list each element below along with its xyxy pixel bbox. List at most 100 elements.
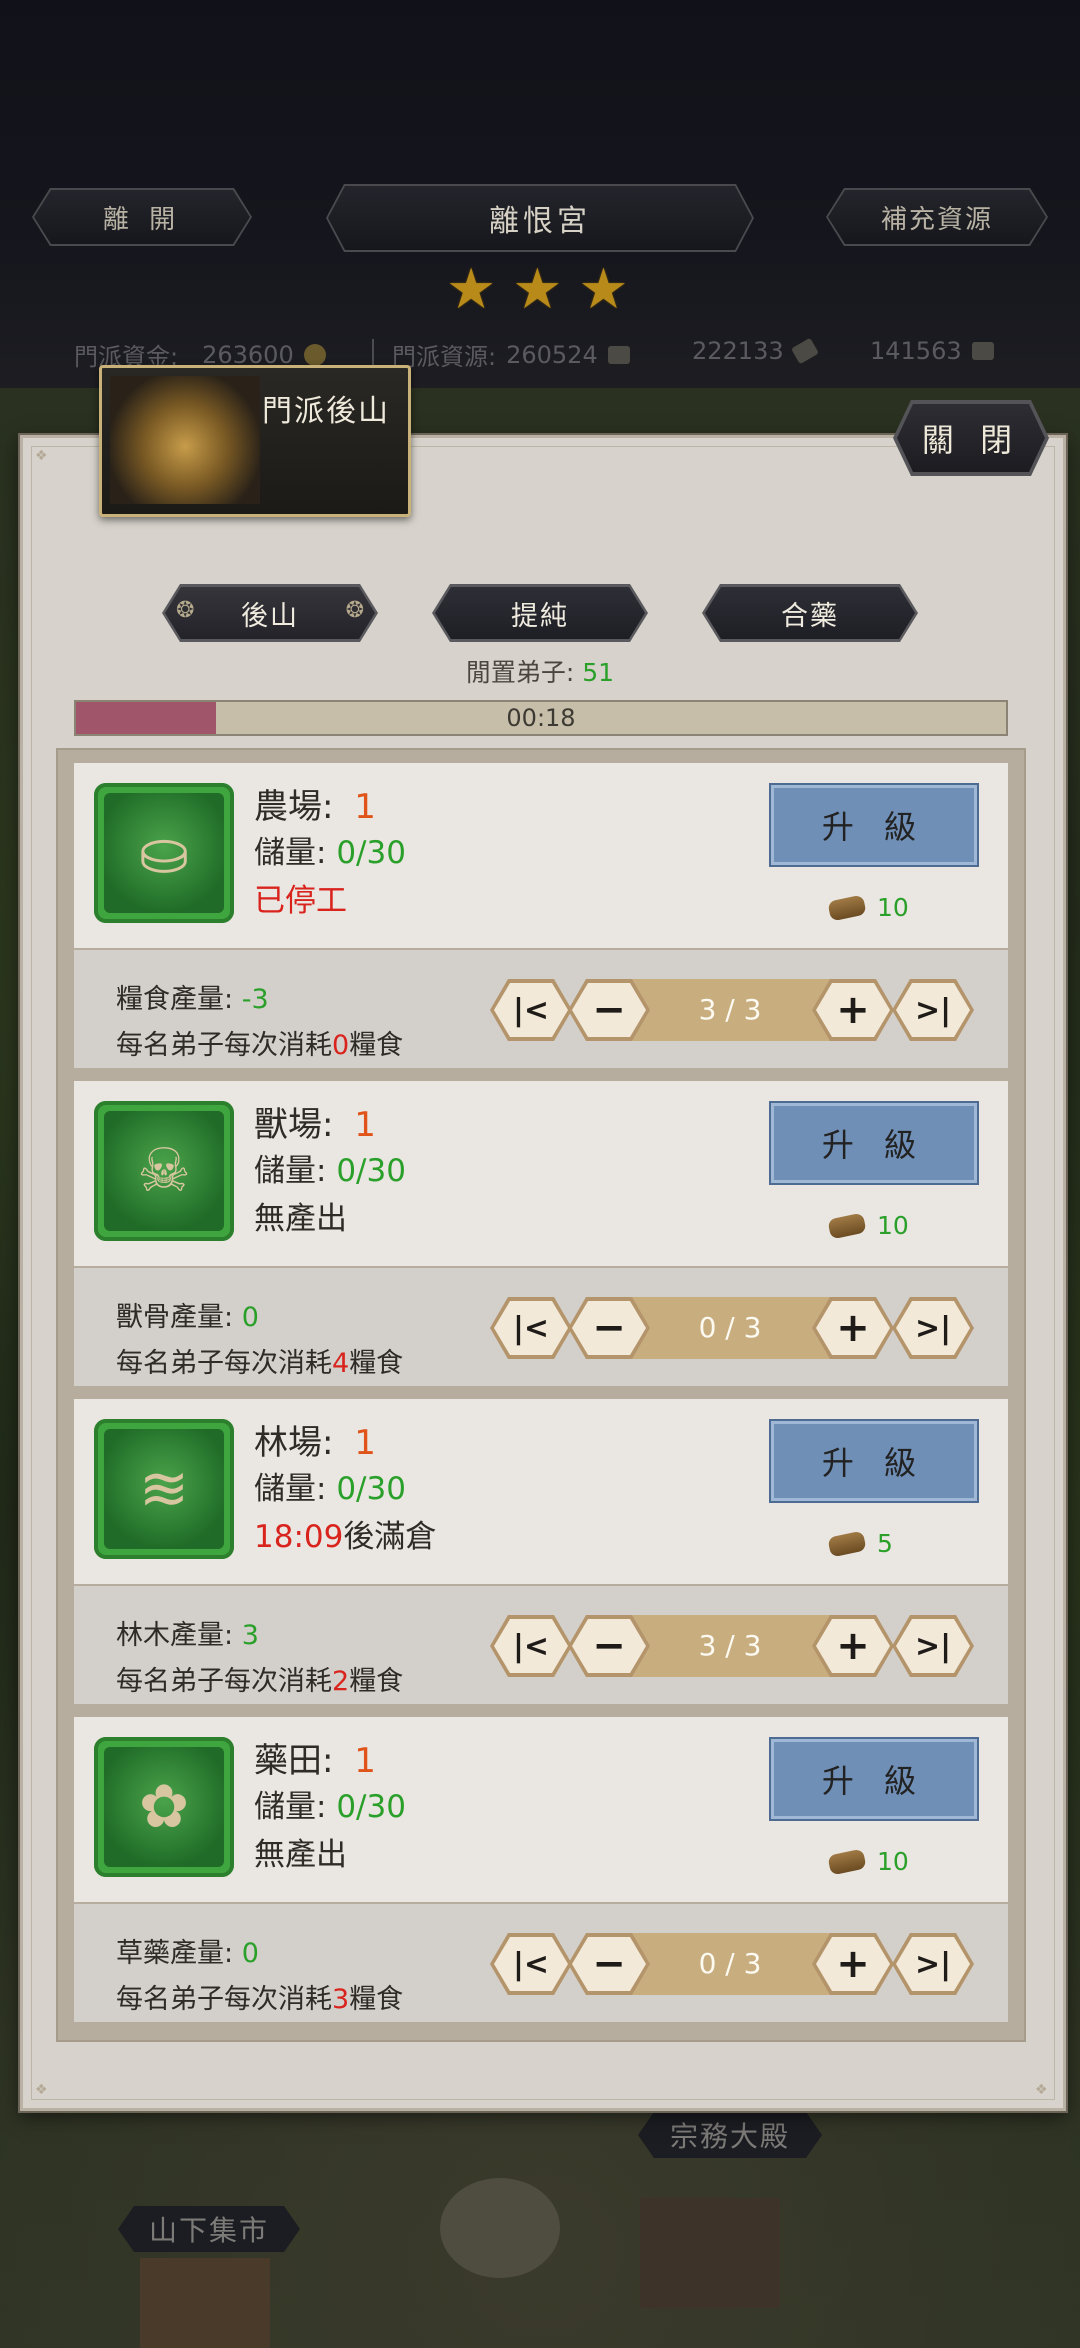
max-workers-button[interactable]: >| [892,1615,974,1677]
sect-rating: ★ ★ ★ [446,262,629,318]
building-card: ✿ 藥田: 1 儲量: 0/30 無產出 升 級 10 草藥產量: 0 每名弟子… [74,1717,1008,2022]
building-status: 18:09後滿倉 [254,1511,436,1556]
building-sprite [640,2198,780,2308]
wood-icon [827,1529,867,1558]
consume-prefix: 每名弟子每次消耗 [116,1348,332,1379]
star-icon: ★ [578,257,629,322]
hall-label[interactable]: 宗務大殿 [638,2112,822,2158]
building-name: 林場: 1 [254,1415,376,1464]
cost-value: 5 [877,1529,893,1558]
building-name-label: 林場: [254,1423,334,1463]
worker-assignment: 草藥產量: 0 每名弟子每次消耗3糧食 0 / 3 |< − + >| [74,1904,1008,2022]
upgrade-button[interactable]: 升 級 [771,785,977,865]
consume-suffix: 糧食 [349,1030,404,1061]
max-workers-button[interactable]: >| [892,1933,974,1995]
production-timer-bar: 00:18 [74,700,1008,736]
tab-back-mountain[interactable]: 後山 ❂ ❂ [162,584,378,642]
market-label[interactable]: 山下集市 [118,2206,300,2252]
min-workers-button[interactable]: |< [490,1297,572,1359]
production-line: 林木產量: 3 [116,1613,259,1652]
status-text: 已停工 [254,883,347,919]
min-workers-button[interactable]: |< [490,1933,572,1995]
building-status: 無產出 [254,1829,347,1874]
storage-value: 0/30 [336,835,406,871]
worker-assignment: 獸骨產量: 0 每名弟子每次消耗4糧食 0 / 3 |< − + >| [74,1268,1008,1386]
upgrade-label: 升 級 [821,808,927,846]
consume-prefix: 每名弟子每次消耗 [116,1030,332,1061]
upgrade-button[interactable]: 升 級 [771,1739,977,1819]
max-workers-button[interactable]: >| [892,979,974,1041]
building-level: 1 [354,1423,376,1463]
building-card: ⛀ 農場: 1 儲量: 0/30 已停工 升 級 10 糧食產量: -3 每名弟… [74,763,1008,1068]
wood-icon [790,337,819,365]
leave-button[interactable]: 離 開 [32,188,252,246]
first-icon: |< [494,1619,568,1673]
consume-value: 4 [332,1348,350,1379]
upgrade-label: 升 級 [821,1126,927,1164]
building-name: 農場: 1 [254,779,376,828]
min-workers-button[interactable]: |< [490,979,572,1041]
log-pile-icon: ≋ [104,1429,224,1549]
upgrade-button[interactable]: 升 級 [771,1421,977,1501]
storage-label: 儲量: [254,1789,327,1825]
first-icon: |< [494,1301,568,1355]
consume-suffix: 糧食 [349,1666,404,1697]
first-icon: |< [494,1937,568,1991]
consumption-line: 每名弟子每次消耗4糧食 [116,1341,403,1380]
tab-compound[interactable]: 合藥 [702,584,918,642]
production-value: 0 [241,1302,259,1333]
min-workers-button[interactable]: |< [490,1615,572,1677]
resource-3-value: 141563 [870,337,962,365]
storage-label: 儲量: [254,1153,327,1189]
refill-resources-button[interactable]: 補充資源 [826,188,1048,246]
upgrade-cost: 10 [827,893,909,922]
production-value: 0 [241,1938,259,1969]
consume-prefix: 每名弟子每次消耗 [116,1984,332,2015]
storage-value: 0/30 [336,1471,406,1507]
idle-disciples: 閒置弟子: 51 [0,653,1080,689]
bone-icon [607,345,630,364]
consumption-line: 每名弟子每次消耗3糧食 [116,1977,403,2016]
production-line: 獸骨產量: 0 [116,1295,259,1334]
wood-icon [827,893,867,922]
upgrade-cost: 10 [827,1211,909,1240]
upgrade-cost: 5 [827,1529,893,1558]
close-button[interactable]: 關 閉 [893,400,1049,476]
building-icon-frame[interactable]: ⛀ [94,783,234,923]
minus-icon: − [572,983,646,1037]
storage-value: 0/30 [336,1789,406,1825]
worker-stepper: 0 / 3 |< − + >| [490,1297,976,1359]
production-label: 草藥產量: [116,1938,234,1969]
building-icon-frame[interactable]: ☠ [94,1101,234,1241]
building-name-label: 藥田: [254,1741,334,1781]
worker-assignment: 糧食產量: -3 每名弟子每次消耗0糧食 3 / 3 |< − + >| [74,950,1008,1068]
minus-icon: − [572,1937,646,1991]
consume-prefix: 每名弟子每次消耗 [116,1666,332,1697]
corner-ornament-icon: ❖ [35,448,48,464]
timer-text: 00:18 [506,704,576,732]
production-line: 草藥產量: 0 [116,1931,259,1970]
upgrade-label: 升 級 [821,1762,927,1800]
plus-icon: + [816,1619,890,1673]
production-label: 林木產量: [116,1620,234,1651]
building-icon-frame[interactable]: ≋ [94,1419,234,1559]
leave-label: 離 開 [102,204,182,235]
ornament-icon: ❂ [345,598,364,623]
max-workers-button[interactable]: >| [892,1297,974,1359]
resource-2: 222133 [692,337,819,365]
upgrade-button[interactable]: 升 級 [771,1103,977,1183]
beast-skull-icon: ☠ [104,1111,224,1231]
resource-3: 141563 [870,337,994,365]
tab-refine[interactable]: 提純 [432,584,648,642]
panel-header-card: 門派後山 [99,365,411,517]
building-name-label: 農場: [254,787,334,827]
plus-icon: + [816,1301,890,1355]
idle-value: 51 [582,658,615,687]
storage-line: 儲量: 0/30 [254,1145,406,1190]
building-icon-frame[interactable]: ✿ [94,1737,234,1877]
worker-stepper: 0 / 3 |< − + >| [490,1933,976,1995]
sect-name-plate: 離恨宮 [326,184,754,252]
last-icon: >| [896,1301,970,1355]
minus-icon: − [572,1301,646,1355]
building-card: ☠ 獸場: 1 儲量: 0/30 無產出 升 級 10 獸骨產量: 0 每名弟子… [74,1081,1008,1386]
